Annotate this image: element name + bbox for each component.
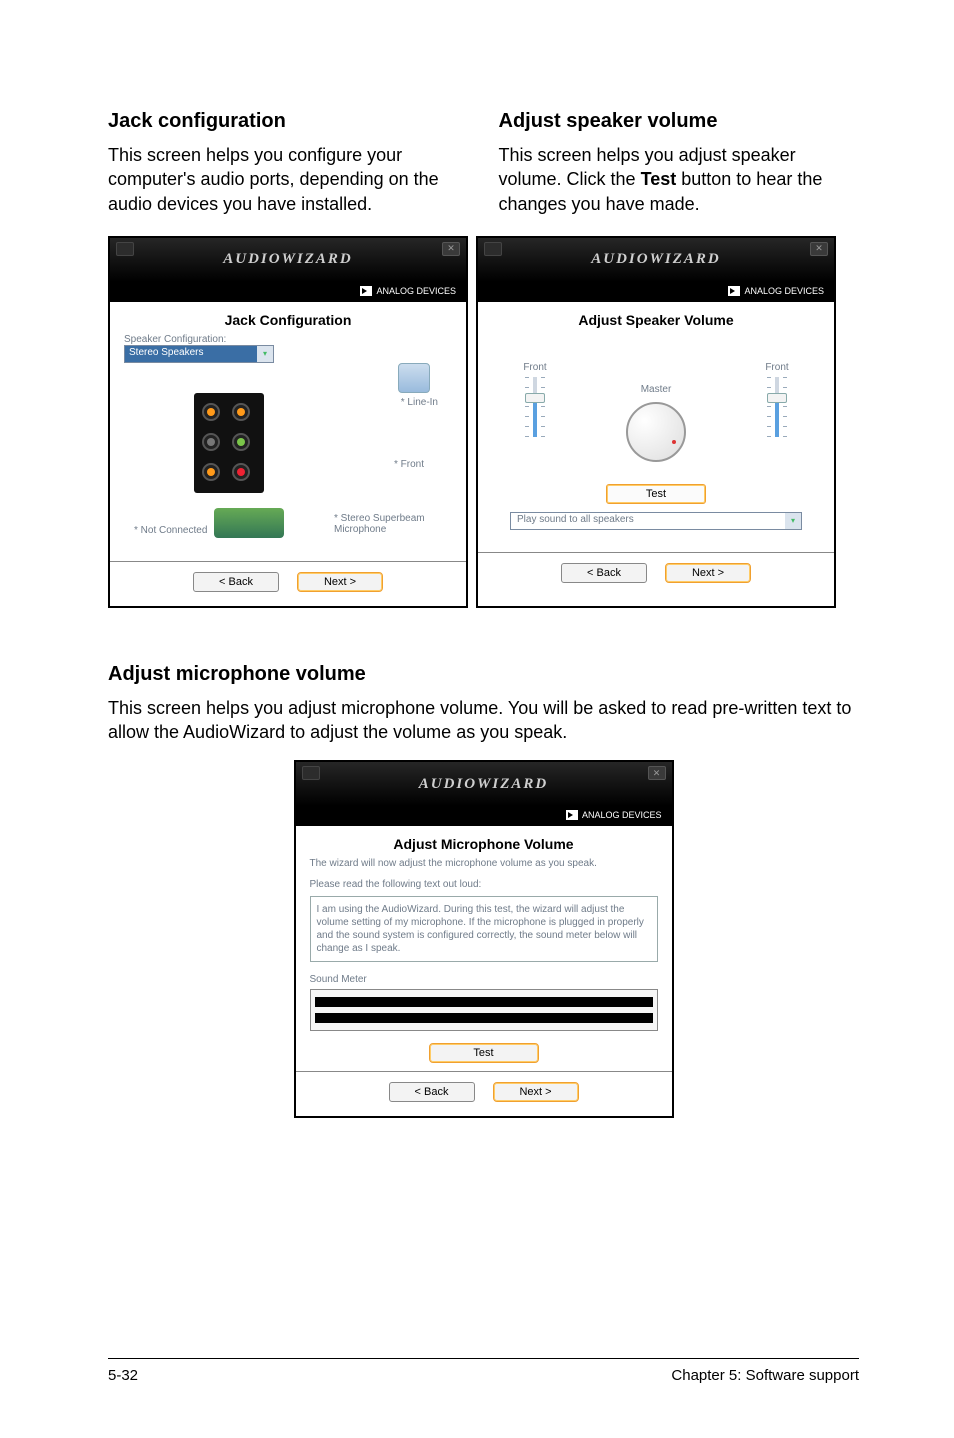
jack-wizard-body: Jack Configuration Speaker Configuration… bbox=[110, 302, 466, 561]
jack-panel-title: Jack Configuration bbox=[124, 312, 452, 328]
jack-illustration: * Line-In * Front * Not Connected * Ster… bbox=[124, 363, 452, 553]
master-dial[interactable] bbox=[626, 402, 686, 462]
play-sound-combo[interactable]: Play sound to all speakers ▾ bbox=[510, 512, 802, 530]
jack-paragraph: This screen helps you configure your com… bbox=[108, 143, 469, 216]
speaker-heading: Adjust speaker volume bbox=[499, 110, 860, 133]
jack-port-icon bbox=[232, 463, 250, 481]
front-right-label: Front bbox=[764, 362, 790, 373]
close-icon[interactable]: ✕ bbox=[648, 766, 666, 780]
front-tag: * Front bbox=[394, 459, 424, 470]
mic-wizard-title: AudioWizard bbox=[419, 776, 549, 793]
mic-wizard-brandbar: ANALOG DEVICES bbox=[296, 806, 672, 826]
jack-wizard-brandbar: ANALOG DEVICES bbox=[110, 282, 466, 302]
speaker-wizard-titlebar: AudioWizard ✕ bbox=[478, 238, 834, 282]
app-logo-icon bbox=[302, 766, 320, 780]
analog-devices-icon bbox=[566, 810, 578, 820]
test-button[interactable]: Test bbox=[606, 484, 706, 504]
next-button[interactable]: Next > bbox=[665, 563, 751, 583]
app-logo-icon bbox=[484, 242, 502, 256]
front-left-label: Front bbox=[522, 362, 548, 373]
master-label: Master bbox=[641, 384, 672, 395]
mic-sub-instruction: Please read the following text out loud: bbox=[310, 879, 658, 890]
chapter-label: Chapter 5: Software support bbox=[671, 1367, 859, 1384]
mic-wizard-titlebar: AudioWizard ✕ bbox=[296, 762, 672, 806]
jack-wizard-titlebar: AudioWizard ✕ bbox=[110, 238, 466, 282]
play-sound-value: Play sound to all speakers bbox=[511, 513, 785, 529]
front-left-group: Front bbox=[522, 362, 548, 437]
jack-wizard-title: AudioWizard bbox=[223, 251, 353, 268]
speaker-para-bold: Test bbox=[641, 169, 677, 189]
jack-wizard-window: AudioWizard ✕ ANALOG DEVICES Jack Config… bbox=[108, 236, 468, 608]
chevron-down-icon[interactable]: ▾ bbox=[257, 346, 273, 362]
mic-paragraph: This screen helps you adjust microphone … bbox=[108, 696, 859, 745]
jack-panel-hardware-icon bbox=[194, 393, 264, 493]
speaker-config-value: Stereo Speakers bbox=[125, 346, 257, 362]
linein-tag: * Line-In bbox=[401, 397, 438, 408]
mic-read-text-box: I am using the AudioWizard. During this … bbox=[310, 896, 658, 962]
mic-brand-text: ANALOG DEVICES bbox=[582, 810, 662, 820]
jack-port-icon bbox=[202, 463, 220, 481]
back-button[interactable]: < Back bbox=[389, 1082, 475, 1102]
front-right-group: Front bbox=[764, 362, 790, 437]
sound-meter bbox=[310, 989, 658, 1031]
mic-wizard-body: Adjust Microphone Volume The wizard will… bbox=[296, 826, 672, 1071]
jack-port-icon bbox=[232, 403, 250, 421]
close-icon[interactable]: ✕ bbox=[810, 242, 828, 256]
sound-meter-label: Sound Meter bbox=[310, 974, 658, 985]
speaker-panel-title: Adjust Speaker Volume bbox=[492, 312, 820, 328]
speaker-wizard-title: AudioWizard bbox=[591, 251, 721, 268]
mic-panel-title: Adjust Microphone Volume bbox=[310, 836, 658, 852]
speaker-wizard-body: Adjust Speaker Volume Front Front bbox=[478, 302, 834, 552]
chevron-down-icon[interactable]: ▾ bbox=[785, 513, 801, 529]
page-footer: 5-32 Chapter 5: Software support bbox=[108, 1358, 859, 1384]
analog-devices-icon bbox=[360, 286, 372, 296]
speaker-paragraph: This screen helps you adjust speaker vol… bbox=[499, 143, 860, 216]
microphone-device-icon bbox=[214, 508, 284, 538]
mic-nav-row: < Back Next > bbox=[296, 1071, 672, 1116]
mic-instruction: The wizard will now adjust the microphon… bbox=[310, 858, 658, 869]
analog-devices-icon bbox=[728, 286, 740, 296]
jack-port-icon bbox=[232, 433, 250, 451]
jack-nav-row: < Back Next > bbox=[110, 561, 466, 606]
back-button[interactable]: < Back bbox=[193, 572, 279, 592]
speaker-wizard-window: AudioWizard ✕ ANALOG DEVICES Adjust Spea… bbox=[476, 236, 836, 608]
test-button[interactable]: Test bbox=[429, 1043, 539, 1063]
back-button[interactable]: < Back bbox=[561, 563, 647, 583]
speaker-brand-text: ANALOG DEVICES bbox=[744, 286, 824, 296]
jack-brand-text: ANALOG DEVICES bbox=[376, 286, 456, 296]
close-icon[interactable]: ✕ bbox=[442, 242, 460, 256]
front-right-slider[interactable] bbox=[764, 377, 790, 437]
speaker-volume-area: Front Front Master bbox=[492, 334, 820, 544]
speaker-nav-row: < Back Next > bbox=[478, 552, 834, 597]
front-left-slider[interactable] bbox=[522, 377, 548, 437]
sound-meter-bar bbox=[315, 997, 653, 1007]
jack-heading: Jack configuration bbox=[108, 110, 469, 133]
next-button[interactable]: Next > bbox=[493, 1082, 579, 1102]
mic-tag: * Stereo Superbeam Microphone bbox=[334, 513, 444, 535]
sound-meter-bar bbox=[315, 1013, 653, 1023]
speaker-config-label: Speaker Configuration: bbox=[124, 334, 452, 345]
mic-heading: Adjust microphone volume bbox=[108, 663, 859, 686]
page-number: 5-32 bbox=[108, 1367, 138, 1384]
jack-port-icon bbox=[202, 403, 220, 421]
mic-wizard-window: AudioWizard ✕ ANALOG DEVICES Adjust Micr… bbox=[294, 760, 674, 1118]
notconnected-tag: * Not Connected bbox=[134, 525, 207, 536]
jack-port-icon bbox=[202, 433, 220, 451]
speaker-config-combo[interactable]: Stereo Speakers ▾ bbox=[124, 345, 274, 363]
next-button[interactable]: Next > bbox=[297, 572, 383, 592]
linein-device-icon bbox=[398, 363, 430, 393]
app-logo-icon bbox=[116, 242, 134, 256]
speaker-wizard-brandbar: ANALOG DEVICES bbox=[478, 282, 834, 302]
